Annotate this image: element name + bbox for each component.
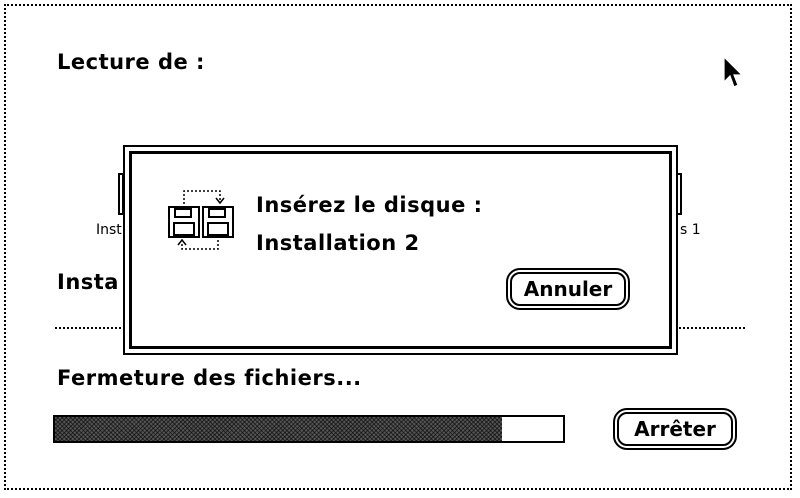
status-text: Fermeture des fichiers...: [57, 366, 362, 390]
installer-window: Lecture de : Inst s 1 Insta Fermeture de…: [0, 0, 800, 498]
cancel-button[interactable]: Annuler: [510, 272, 626, 306]
reading-from-label: Lecture de :: [57, 50, 205, 74]
arrow-pointer-icon: [723, 56, 744, 88]
dialog-prompt-line1: Insérez le disque :: [256, 193, 483, 217]
floppy-swap-icon: [168, 190, 234, 250]
dialog-prompt-line2: Installation 2: [256, 231, 420, 255]
progress-bar: [53, 415, 565, 443]
progress-fill: [55, 417, 503, 441]
hidden-left-text: Inst: [96, 222, 122, 238]
install-label: Insta: [57, 270, 119, 294]
stop-button[interactable]: Arrêter: [617, 412, 733, 446]
hidden-right-text: s 1: [680, 222, 701, 238]
